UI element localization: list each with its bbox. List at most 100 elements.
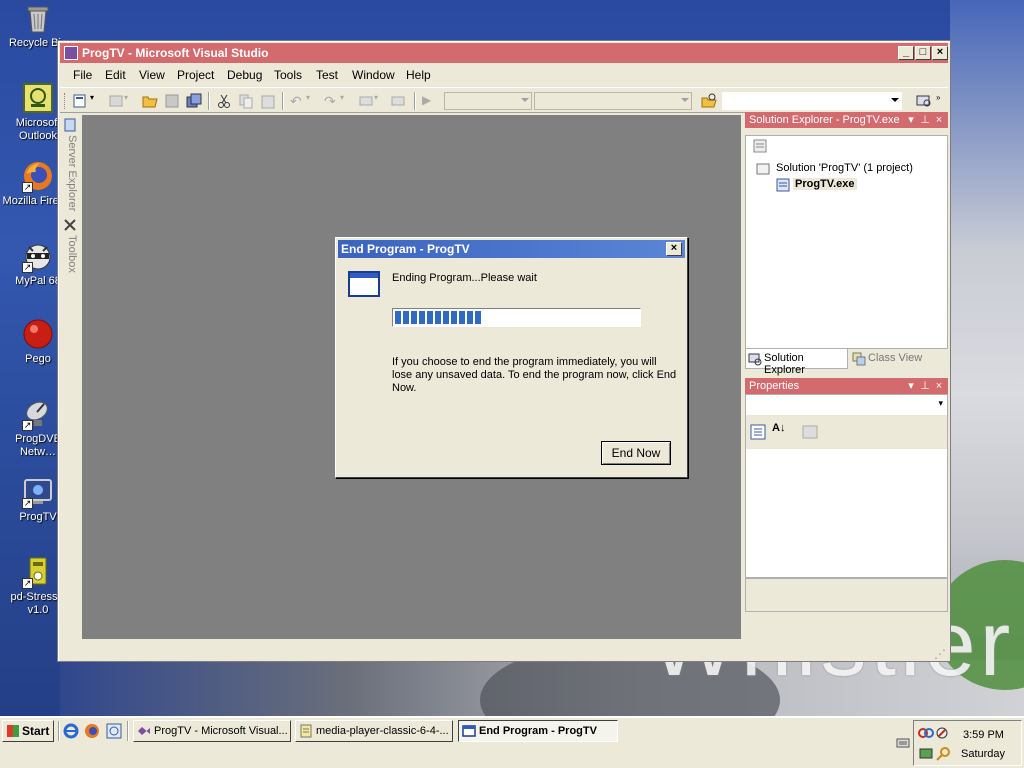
menu-debug[interactable]: Debug — [227, 68, 262, 82]
dialog-title: End Program - ProgTV — [341, 242, 470, 256]
search-icon[interactable] — [935, 746, 951, 762]
dropdown-arrow-icon[interactable]: ▾ — [340, 93, 348, 109]
shortcut-arrow-icon: ↗ — [22, 420, 33, 431]
tab-solution-explorer[interactable]: Solution Explorer — [745, 349, 848, 376]
save-all-icon[interactable] — [186, 93, 202, 109]
undo-icon[interactable]: ↶ — [290, 93, 306, 109]
find-combo[interactable] — [722, 92, 902, 110]
close-button[interactable]: × — [932, 46, 948, 60]
task-label: ProgTV - Microsoft Visual... — [154, 725, 288, 737]
add-item-icon[interactable] — [108, 93, 124, 109]
menu-test[interactable]: Test — [316, 68, 338, 82]
navigate-backward-icon[interactable] — [358, 93, 374, 109]
find-in-files-icon[interactable] — [701, 93, 717, 109]
dropdown-arrow-icon[interactable]: ▾ — [124, 93, 132, 109]
task-label: End Program - ProgTV — [479, 725, 597, 737]
categorized-icon[interactable] — [750, 424, 766, 440]
resize-grip-icon[interactable]: ⋰ — [934, 647, 948, 661]
progress-block — [443, 311, 449, 324]
internet-explorer-icon[interactable] — [63, 723, 79, 739]
progress-block — [403, 311, 409, 324]
taskbar-button-media-player[interactable]: media-player-classic-6-4-... — [295, 720, 453, 742]
toolbar-options-icon[interactable]: » — [936, 93, 944, 109]
property-pages-icon[interactable] — [802, 424, 818, 440]
menu-help[interactable]: Help — [406, 68, 431, 82]
properties-toolbar-icon[interactable] — [752, 138, 768, 154]
end-now-button[interactable]: End Now — [601, 441, 671, 465]
progress-bar-fill — [395, 311, 483, 324]
stress-test-icon: ↗ — [22, 556, 54, 589]
maximize-button[interactable]: □ — [915, 46, 931, 60]
solution-explorer-tree: Solution 'ProgTV' (1 project) ProgTV.exe — [745, 135, 948, 349]
tab-class-view[interactable]: Class View — [850, 349, 924, 369]
menu-tools[interactable]: Tools — [274, 68, 302, 82]
solution-node[interactable]: Solution 'ProgTV' (1 project) — [776, 162, 913, 174]
security-tray-icon[interactable] — [935, 726, 949, 740]
dialog-close-button[interactable]: × — [666, 242, 682, 256]
chevron-down-icon: ▾ — [938, 398, 943, 408]
tab-server-explorer[interactable]: Server Explorer — [62, 135, 78, 211]
shortcut-arrow-icon: ↗ — [22, 262, 33, 273]
close-icon[interactable]: × — [933, 378, 945, 394]
auto-hide-pin-icon[interactable]: ⊥ — [919, 378, 931, 394]
open-folder-icon[interactable] — [142, 93, 158, 109]
start-button[interactable]: Start — [2, 720, 54, 742]
properties-toolbar: A↓ — [746, 415, 947, 449]
navigate-forward-icon[interactable] — [390, 93, 406, 109]
alphabetical-sort-icon[interactable]: A↓ — [772, 422, 785, 434]
visual-studio-app-icon[interactable] — [64, 46, 78, 60]
dropdown-arrow-icon[interactable]: ▾ — [90, 93, 98, 109]
menu-project[interactable]: Project — [177, 68, 214, 82]
solution-explorer-titlebar: Solution Explorer - ProgTV.exe ▾ ⊥ × — [745, 112, 948, 128]
cut-icon[interactable] — [216, 93, 232, 109]
copy-icon[interactable] — [238, 93, 254, 109]
menu-edit[interactable]: Edit — [105, 68, 126, 82]
window-position-icon[interactable]: ▾ — [905, 112, 917, 128]
clock-time[interactable]: 3:59 PM — [963, 729, 1004, 741]
program-window-icon — [348, 271, 380, 297]
redo-icon[interactable]: ↷ — [324, 93, 340, 109]
dropdown-arrow-icon[interactable]: ▾ — [374, 93, 382, 109]
progress-block — [475, 311, 481, 324]
progress-block — [467, 311, 473, 324]
progress-block — [395, 311, 401, 324]
dialog-titlebar[interactable]: End Program - ProgTV × — [338, 240, 685, 258]
solution-icon — [756, 162, 770, 176]
toolbar-separator — [208, 92, 210, 110]
project-node[interactable]: ProgTV.exe — [793, 178, 857, 190]
save-icon[interactable] — [164, 93, 180, 109]
progress-block — [419, 311, 425, 324]
menu-window[interactable]: Window — [352, 68, 395, 82]
toolbar-grip[interactable] — [64, 93, 68, 109]
progress-block — [451, 311, 457, 324]
window-position-icon[interactable]: ▾ — [905, 378, 917, 394]
taskbar: Start ProgTV - Microsoft Visual... media… — [0, 716, 1024, 768]
minimize-button[interactable]: _ — [898, 46, 914, 60]
tab-toolbox[interactable]: Toolbox — [62, 235, 78, 273]
solution-explorer-toolbar-icon[interactable] — [916, 93, 932, 109]
menu-view[interactable]: View — [139, 68, 165, 82]
display-tray-icon[interactable] — [918, 746, 934, 762]
menu-file[interactable]: File — [73, 68, 92, 82]
chevron-down-icon — [891, 98, 899, 102]
properties-description — [745, 578, 948, 612]
keyboard-icon[interactable] — [896, 737, 910, 749]
start-debugging-icon[interactable]: ▶ — [422, 93, 438, 109]
pego-icon — [22, 318, 54, 350]
paste-icon[interactable] — [260, 93, 276, 109]
auto-hide-pin-icon[interactable]: ⊥ — [919, 112, 931, 128]
dropdown-arrow-icon[interactable]: ▾ — [306, 93, 314, 109]
taskbar-button-visual-studio[interactable]: ProgTV - Microsoft Visual... — [133, 720, 291, 742]
window-titlebar[interactable]: ProgTV - Microsoft Visual Studio _ □ × — [60, 43, 948, 63]
solution-configurations-dropdown[interactable] — [444, 92, 532, 110]
new-project-icon[interactable] — [72, 93, 88, 109]
firefox-icon[interactable] — [84, 723, 100, 739]
quicklaunch-app-icon[interactable] — [106, 723, 122, 739]
server-explorer-icon — [62, 117, 78, 133]
close-icon[interactable]: × — [933, 112, 945, 128]
object-selector-dropdown[interactable]: ▾ — [746, 395, 947, 415]
network-icon[interactable] — [918, 726, 934, 740]
chevron-down-icon — [681, 98, 689, 102]
solution-platforms-dropdown[interactable] — [534, 92, 692, 110]
taskbar-button-end-program[interactable]: End Program - ProgTV — [458, 720, 618, 742]
